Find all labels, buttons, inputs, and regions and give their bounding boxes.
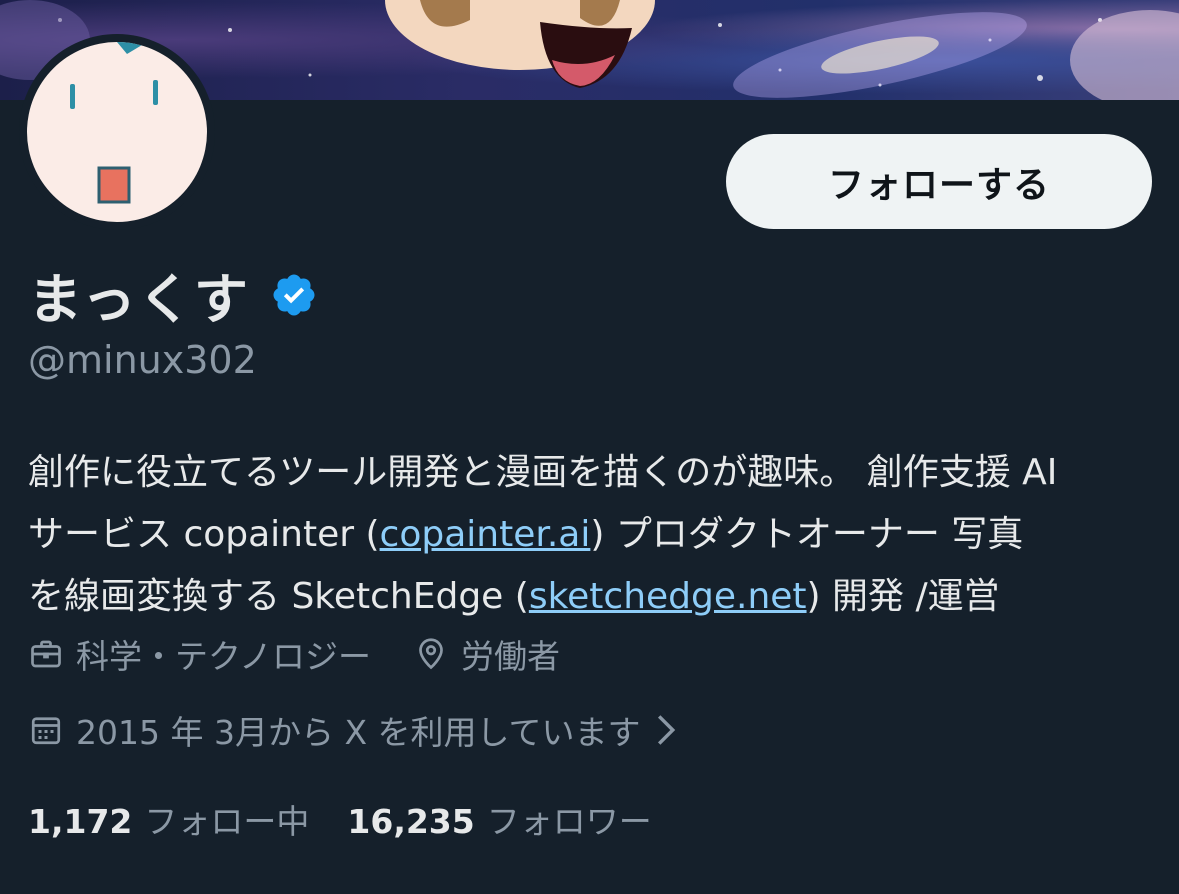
bio-line: サービス copainter (copainter.ai) プロダクトオーナー … (28, 504, 1158, 566)
briefcase-icon (31, 640, 61, 668)
profile-avatar[interactable] (19, 34, 215, 230)
profile-meta: 科学・テクノロジー 労働者 (28, 630, 602, 678)
user-handle: @minux302 (28, 338, 257, 382)
location-pin-icon (419, 638, 443, 670)
name-row: まっくす (28, 255, 318, 334)
followers-count: 16,235 (347, 802, 475, 841)
verified-badge-icon (273, 274, 315, 315)
location-item: 労働者 (413, 630, 560, 678)
bio-text: を線画変換する SketchEdge ( (28, 576, 529, 617)
bio-line: を線画変換する SketchEdge (sketchedge.net) 開発 /… (28, 566, 1158, 628)
calendar-icon (31, 717, 61, 745)
joined-label: 2015 年 3月から X を利用しています (76, 713, 641, 752)
follow-stats: 1,172 フォロー中 16,235 フォロワー (28, 795, 690, 843)
display-name: まっくす (28, 268, 250, 331)
followers-link[interactable]: 16,235 フォロワー (347, 795, 651, 843)
location-label: 労働者 (461, 637, 561, 676)
bio-line: 創作に役立てるツール開発と漫画を描くのが趣味。 創作支援 AI (28, 452, 1058, 493)
follow-button[interactable]: フォローする (726, 134, 1152, 229)
bio-text: サービス copainter ( (28, 514, 380, 555)
following-label: フォロー中 (144, 802, 310, 841)
bio-text: ) プロダクトオーナー 写真 (590, 514, 1024, 555)
category-label: 科学・テクノロジー (76, 637, 372, 676)
chevron-right-icon (657, 715, 675, 745)
followers-label: フォロワー (486, 802, 652, 841)
sketchedge-link[interactable]: sketchedge.net (529, 576, 807, 617)
copainter-link[interactable]: copainter.ai (380, 514, 591, 555)
profile-bio: 創作に役立てるツール開発と漫画を描くのが趣味。 創作支援 AI サービス cop… (28, 442, 1158, 628)
bio-text: ) 開発 /運営 (806, 576, 1000, 617)
joined-date-row[interactable]: 2015 年 3月から X を利用しています (28, 706, 689, 754)
following-count: 1,172 (28, 802, 133, 841)
following-link[interactable]: 1,172 フォロー中 (28, 795, 309, 843)
category-item: 科学・テクノロジー (28, 630, 371, 678)
